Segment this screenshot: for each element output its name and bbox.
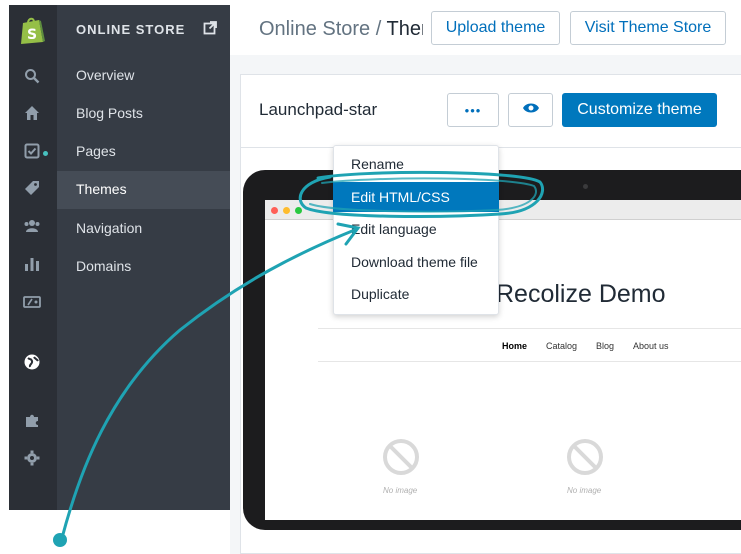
sidebar-item-blog-posts[interactable]: Blog Posts <box>57 95 230 133</box>
store-divider <box>318 361 741 362</box>
sidebar-item-label: Pages <box>76 143 116 159</box>
menu-item-rename[interactable]: Rename <box>333 149 499 179</box>
globe-icon[interactable] <box>21 351 43 373</box>
more-actions-label: ••• <box>464 102 482 118</box>
sidebar-item-label: Domains <box>76 258 132 274</box>
online-store-subnav: ONLINE STORE Overview Blog Posts Pages T… <box>57 5 230 510</box>
menu-item-duplicate[interactable]: Duplicate <box>333 279 499 309</box>
customize-theme-button[interactable]: Customize theme <box>562 93 717 127</box>
breadcrumb-parent[interactable]: Online Store <box>259 18 370 40</box>
external-link-icon[interactable] <box>203 21 217 35</box>
no-image-icon <box>381 437 421 477</box>
menu-item-label: Edit HTML/CSS <box>351 189 450 205</box>
settings-icon[interactable] <box>21 447 43 469</box>
breadcrumb-current: Themes <box>386 18 423 40</box>
menu-item-label: Download theme file <box>351 254 478 270</box>
store-nav-about: About us <box>633 341 669 351</box>
sidebar-item-label: Themes <box>76 181 127 197</box>
menu-item-label: Duplicate <box>351 286 410 302</box>
sidebar-item-overview[interactable]: Overview <box>57 57 230 95</box>
theme-name: Launchpad-star <box>259 100 378 119</box>
subnav-title: ONLINE STORE <box>76 22 186 37</box>
more-actions-button[interactable]: ••• <box>447 93 499 127</box>
store-nav-blog: Blog <box>596 341 615 351</box>
app-rail: S <box>9 5 57 510</box>
sidebar-item-themes[interactable]: Themes <box>57 171 230 209</box>
sidebar-item-label: Overview <box>76 67 135 83</box>
shopify-logo[interactable]: S <box>19 15 47 45</box>
orders-icon[interactable] <box>21 140 43 162</box>
annotation-dot <box>53 533 67 547</box>
customers-icon[interactable] <box>21 215 43 237</box>
store-nav-catalog: Catalog <box>546 341 578 351</box>
analytics-icon[interactable] <box>21 253 43 275</box>
visit-theme-store-button[interactable]: Visit Theme Store <box>570 11 726 45</box>
home-icon[interactable] <box>21 102 43 124</box>
store-nav-home: Home <box>502 341 528 351</box>
no-image-label: No image <box>383 486 418 495</box>
breadcrumb-separator: / <box>370 18 387 40</box>
discounts-icon[interactable] <box>21 291 43 313</box>
eye-icon <box>522 101 540 119</box>
menu-item-edit-html-css[interactable]: Edit HTML/CSS <box>333 182 499 212</box>
search-icon[interactable] <box>21 65 43 87</box>
store-divider <box>318 328 741 329</box>
notification-dot <box>43 151 48 156</box>
menu-item-label: Edit language <box>351 221 437 237</box>
sidebar-item-label: Blog Posts <box>76 105 143 121</box>
menu-item-download-theme-file[interactable]: Download theme file <box>333 247 499 277</box>
window-maximize-dot <box>295 207 302 214</box>
menu-item-label: Rename <box>351 156 404 172</box>
device-camera <box>583 184 588 189</box>
no-image-icon <box>565 437 605 477</box>
store-title: Recolize Demo <box>496 280 666 308</box>
window-close-dot <box>271 207 278 214</box>
sidebar-item-label: Navigation <box>76 220 143 236</box>
no-image-label: No image <box>567 486 602 495</box>
svg-text:S: S <box>27 27 37 43</box>
menu-item-edit-language[interactable]: Edit language <box>333 214 499 244</box>
sidebar-item-pages[interactable]: Pages <box>57 133 230 171</box>
upload-theme-button[interactable]: Upload theme <box>431 11 560 45</box>
preview-button[interactable] <box>508 93 553 127</box>
sidebar-item-domains[interactable]: Domains <box>57 248 230 286</box>
window-minimize-dot <box>283 207 290 214</box>
breadcrumb: Online Store / Themes <box>259 18 423 41</box>
apps-icon[interactable] <box>21 409 43 431</box>
tag-icon[interactable] <box>21 177 43 199</box>
sidebar-item-navigation[interactable]: Navigation <box>57 210 230 248</box>
